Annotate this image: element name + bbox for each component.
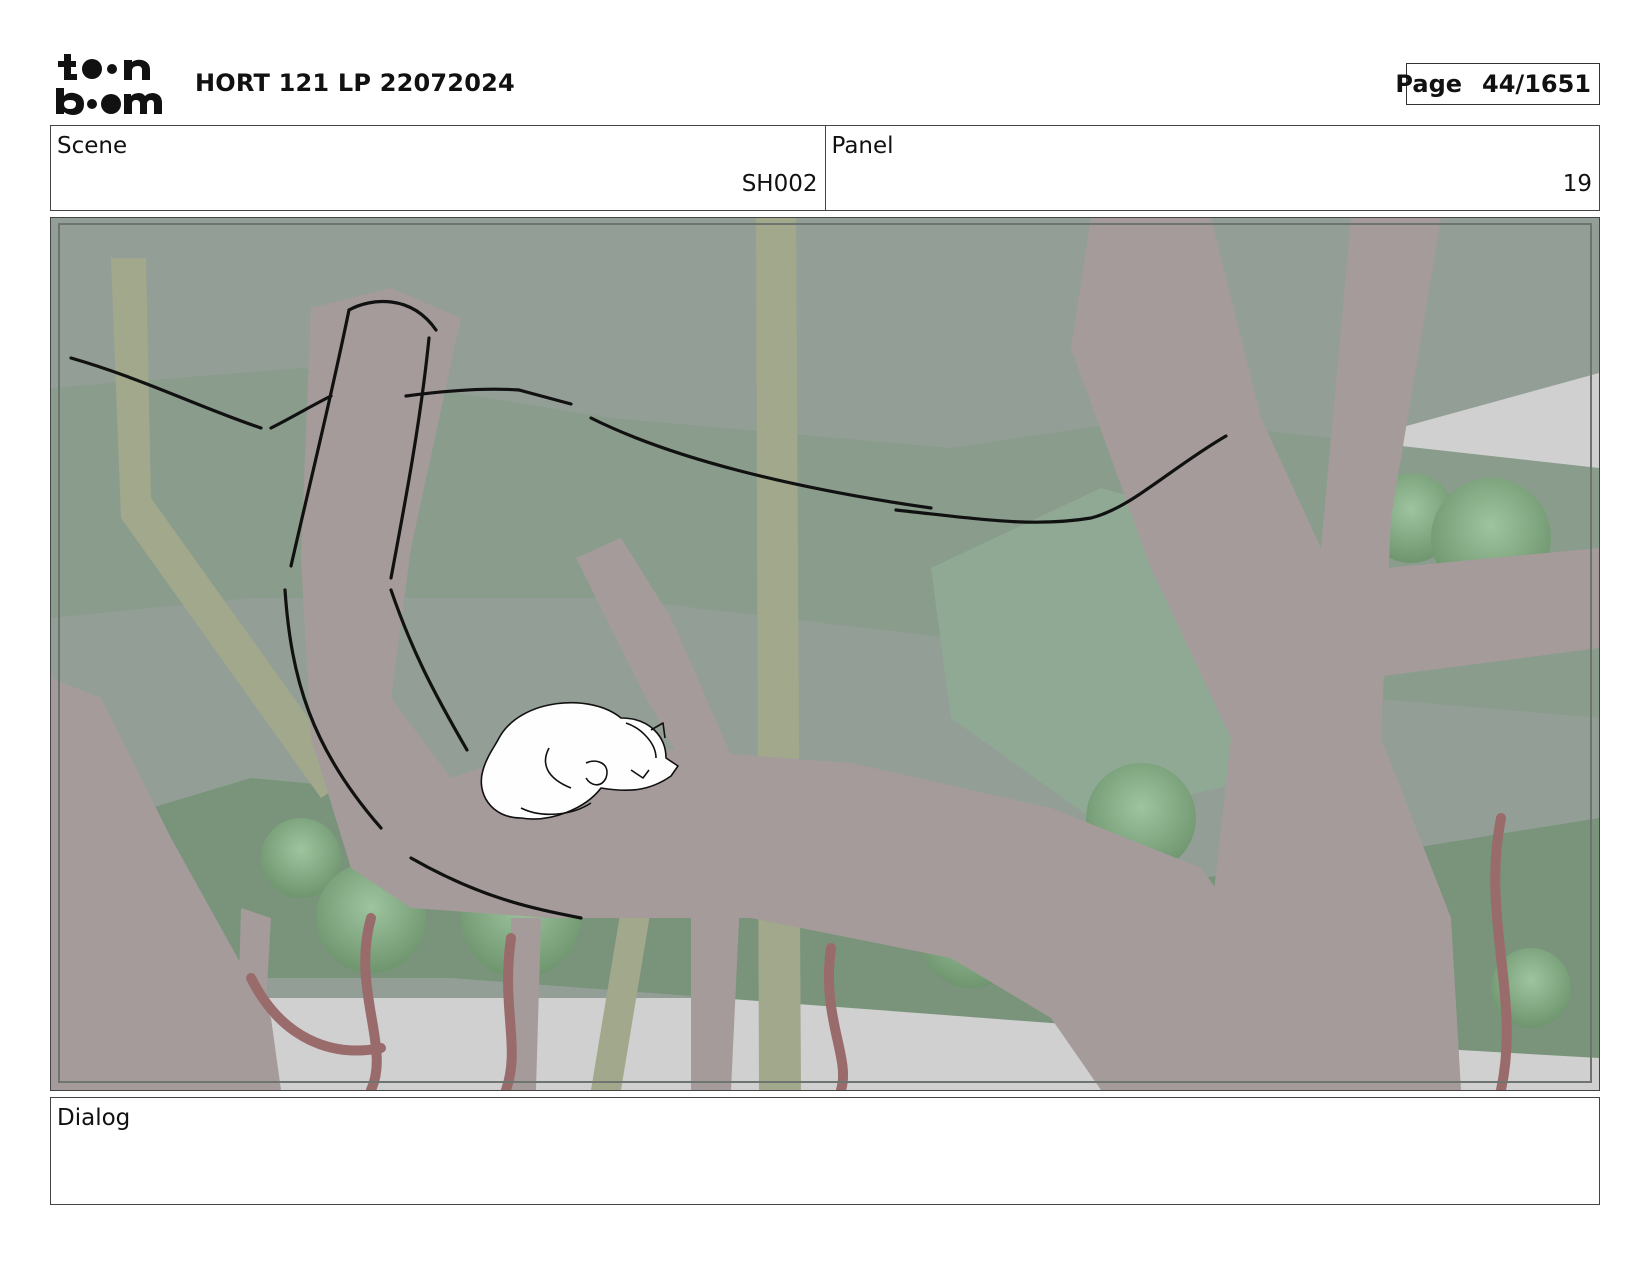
scene-label: Scene: [57, 133, 128, 159]
page-indicator: Page 44/1651: [1395, 63, 1600, 105]
dialog-label: Dialog: [57, 1105, 131, 1131]
panel-label: Panel: [831, 133, 894, 159]
storyboard-panel: [50, 217, 1600, 1091]
scene-panel-row: Scene SH002 Panel 19: [50, 125, 1600, 211]
document-title: HORT 121 LP 22072024: [195, 69, 515, 97]
scene-cell: Scene SH002: [51, 126, 825, 210]
page-number: 44/1651: [1482, 70, 1591, 98]
toon-boom-logo: [56, 54, 162, 115]
panel-artwork: [51, 218, 1599, 1090]
panel-value: 19: [1562, 171, 1592, 197]
scene-value: SH002: [741, 171, 818, 197]
panel-cell: Panel 19: [824, 126, 1600, 210]
dialog-box: Dialog: [50, 1097, 1600, 1205]
page-label: Page: [1395, 70, 1463, 98]
